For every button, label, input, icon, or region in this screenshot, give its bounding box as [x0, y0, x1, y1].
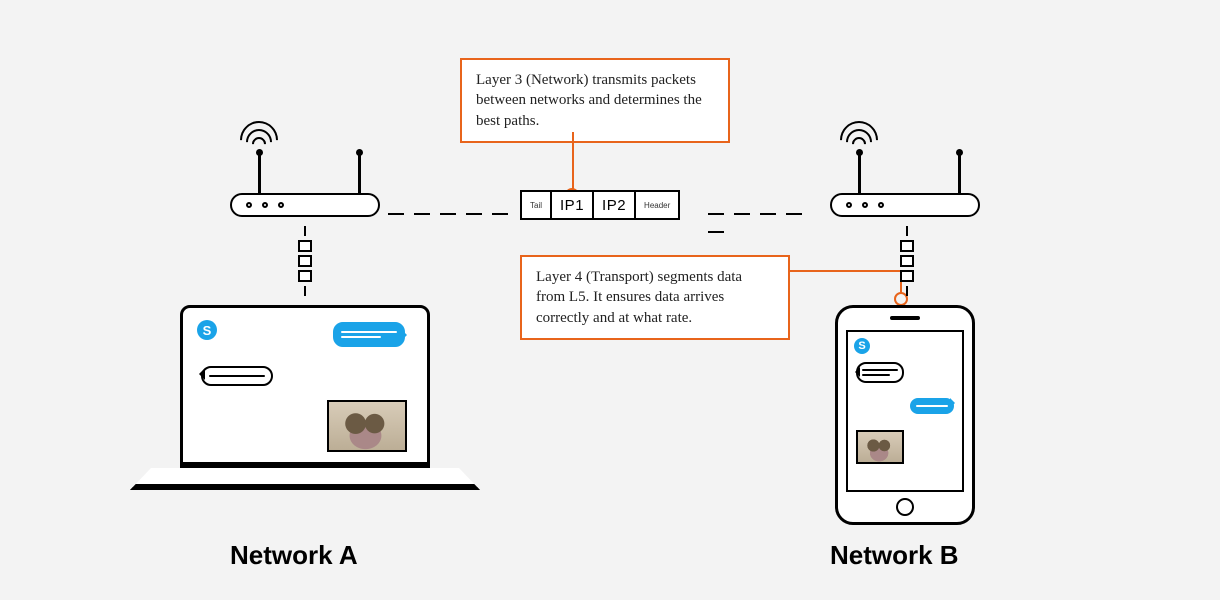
router-a	[230, 193, 380, 217]
segment-square	[900, 255, 914, 267]
phone-home-button	[896, 498, 914, 516]
segment-square	[298, 255, 312, 267]
chat-bubble-white	[856, 362, 904, 383]
packet-tail: Tail	[522, 192, 552, 218]
vlink-b	[898, 222, 916, 300]
skype-glyph: S	[203, 323, 212, 338]
label-network-a: Network A	[230, 540, 358, 571]
skype-icon: S	[197, 320, 217, 340]
callout-layer4: Layer 4 (Transport) segments data from L…	[520, 255, 790, 340]
segment-square	[298, 270, 312, 282]
skype-glyph: S	[858, 340, 865, 352]
pointer-line-l4-h	[790, 270, 900, 272]
laptop-screen: S	[180, 305, 430, 465]
vlink-a	[296, 222, 314, 300]
packet-ip1: IP1	[552, 192, 594, 218]
link-dashed-right	[708, 202, 828, 204]
chat-bubble-blue	[333, 322, 405, 347]
label-network-b: Network B	[830, 540, 959, 571]
phone-screen: S	[846, 330, 964, 492]
osi-diagram: Layer 3 (Network) transmits packets betw…	[0, 0, 1220, 600]
phone-device: S	[835, 305, 975, 525]
packet-ip2: IP2	[594, 192, 636, 218]
segment-square	[900, 240, 914, 252]
packet-ip: Tail IP1 IP2 Header	[520, 190, 680, 220]
link-dashed-left	[388, 202, 518, 204]
callout-layer3: Layer 3 (Network) transmits packets betw…	[460, 58, 730, 143]
chat-bubble-white	[201, 366, 273, 386]
skype-icon: S	[854, 338, 870, 354]
laptop-device: S	[130, 305, 480, 490]
segment-square	[298, 240, 312, 252]
callout-layer4-text: Layer 4 (Transport) segments data from L…	[536, 269, 742, 326]
chat-bubble-blue	[910, 398, 954, 414]
segment-square	[900, 270, 914, 282]
laptop-base	[130, 468, 480, 490]
packet-header: Header	[636, 192, 678, 218]
chat-photo	[327, 400, 407, 452]
chat-photo	[856, 430, 904, 464]
router-b	[830, 193, 980, 217]
pointer-line-l3	[572, 132, 574, 190]
callout-layer3-text: Layer 3 (Network) transmits packets betw…	[476, 72, 702, 129]
phone-speaker	[890, 316, 920, 320]
